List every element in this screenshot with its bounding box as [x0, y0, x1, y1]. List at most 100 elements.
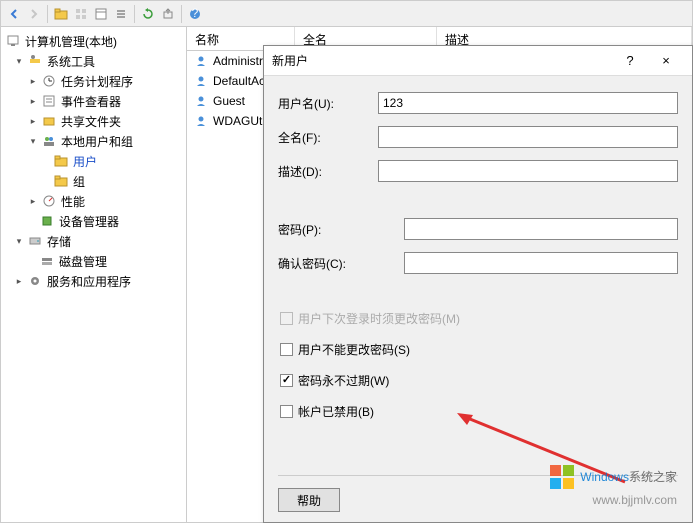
tree-item-usersgroups[interactable]: ▾ 本地用户和组	[1, 131, 186, 151]
separator	[47, 5, 48, 23]
expander-icon[interactable]: ▾	[13, 235, 25, 247]
checkbox[interactable]	[280, 343, 293, 356]
tree-item-storage[interactable]: ▾ 存储	[1, 231, 186, 251]
help-btn[interactable]: 帮助	[278, 488, 340, 512]
tree-item-services[interactable]: ▸ 服务和应用程序	[1, 271, 186, 291]
tree-label: 用户	[73, 153, 97, 170]
cb-neverexpire[interactable]: 密码永不过期(W)	[278, 372, 678, 389]
separator	[134, 5, 135, 23]
confirm-input[interactable]	[404, 252, 678, 274]
disk-icon	[39, 253, 55, 269]
fullname-input[interactable]	[378, 126, 678, 148]
dialog-footer: 帮助	[278, 475, 678, 512]
gear-icon	[27, 273, 43, 289]
perf-icon	[41, 193, 57, 209]
forward-icon[interactable]	[25, 5, 43, 23]
device-icon	[39, 213, 55, 229]
users-icon	[41, 133, 57, 149]
desc-input[interactable]	[378, 160, 678, 182]
tree-item-shared[interactable]: ▸ 共享文件夹	[1, 111, 186, 131]
row-desc: 描述(D):	[278, 160, 678, 182]
row-password: 密码(P):	[278, 218, 678, 240]
back-icon[interactable]	[5, 5, 23, 23]
share-icon	[41, 113, 57, 129]
calendar-icon[interactable]	[92, 5, 110, 23]
tree-item-users[interactable]: 用户	[1, 151, 186, 171]
cb-mustchange: 用户下次登录时须更改密码(M)	[278, 310, 678, 327]
cb-label: 用户下次登录时须更改密码(M)	[298, 310, 460, 327]
tree-label: 服务和应用程序	[47, 273, 131, 290]
event-icon	[41, 93, 57, 109]
tree-root[interactable]: 计算机管理(本地)	[1, 31, 186, 51]
user-icon	[193, 53, 209, 69]
tree-label: 组	[73, 173, 85, 190]
user-icon	[193, 93, 209, 109]
dialog-title: 新用户	[272, 52, 612, 69]
toolbar: ?	[1, 1, 692, 27]
username-input[interactable]	[378, 92, 678, 114]
list-item-label: Guest	[213, 94, 245, 108]
cb-disabled[interactable]: 帐户已禁用(B)	[278, 403, 678, 420]
username-label: 用户名(U):	[278, 95, 378, 112]
list-icon[interactable]	[112, 5, 130, 23]
tree-label: 设备管理器	[59, 213, 119, 230]
tree-item-devicemgr[interactable]: 设备管理器	[1, 211, 186, 231]
tree-label: 性能	[61, 193, 85, 210]
row-fullname: 全名(F):	[278, 126, 678, 148]
computer-icon	[5, 33, 21, 49]
cb-label: 用户不能更改密码(S)	[298, 341, 410, 358]
tree-item-perf[interactable]: ▸ 性能	[1, 191, 186, 211]
expander-icon[interactable]: ▸	[13, 275, 25, 287]
grid-icon[interactable]	[72, 5, 90, 23]
tree-item-eventviewer[interactable]: ▸ 事件查看器	[1, 91, 186, 111]
expander-icon[interactable]: ▾	[13, 55, 25, 67]
cb-label: 帐户已禁用(B)	[298, 403, 374, 420]
refresh-icon[interactable]	[139, 5, 157, 23]
tree-label: 系统工具	[47, 53, 95, 70]
tree-label: 计算机管理(本地)	[25, 33, 117, 50]
checkbox[interactable]	[280, 374, 293, 387]
tree-item-disk[interactable]: 磁盘管理	[1, 251, 186, 271]
cb-cantchange[interactable]: 用户不能更改密码(S)	[278, 341, 678, 358]
tree-label: 共享文件夹	[61, 113, 121, 130]
help-button[interactable]: ?	[612, 47, 648, 75]
expander-icon[interactable]: ▸	[27, 195, 39, 207]
dialog-titlebar[interactable]: 新用户 ? ×	[264, 46, 692, 76]
separator	[181, 5, 182, 23]
fullname-label: 全名(F):	[278, 129, 378, 146]
checkbox	[280, 312, 293, 325]
row-confirm: 确认密码(C):	[278, 252, 678, 274]
tree-label: 事件查看器	[61, 93, 121, 110]
folder-icon[interactable]	[52, 5, 70, 23]
row-username: 用户名(U):	[278, 92, 678, 114]
tree-item-scheduler[interactable]: ▸ 任务计划程序	[1, 71, 186, 91]
expander-icon[interactable]: ▸	[27, 115, 39, 127]
export-icon[interactable]	[159, 5, 177, 23]
help-icon[interactable]: ?	[186, 5, 204, 23]
tree-label: 存储	[47, 233, 71, 250]
tree-label: 任务计划程序	[61, 73, 133, 90]
dialog-body: 用户名(U): 全名(F): 描述(D): 密码(P): 确认密码(C): 用户…	[264, 76, 692, 450]
new-user-dialog: 新用户 ? × 用户名(U): 全名(F): 描述(D): 密码(P): 确认密…	[263, 45, 693, 523]
storage-icon	[27, 233, 43, 249]
user-icon	[193, 73, 209, 89]
expander-icon[interactable]: ▾	[27, 135, 39, 147]
tree-item-system-tools[interactable]: ▾ 系统工具	[1, 51, 186, 71]
expander-icon[interactable]: ▸	[27, 75, 39, 87]
cb-label: 密码永不过期(W)	[298, 372, 389, 389]
password-label: 密码(P):	[278, 221, 404, 238]
checkbox[interactable]	[280, 405, 293, 418]
close-button[interactable]: ×	[648, 47, 684, 75]
folder-icon	[53, 153, 69, 169]
user-icon	[193, 113, 209, 129]
svg-text:?: ?	[192, 8, 199, 20]
tree-label: 磁盘管理	[59, 253, 107, 270]
tree-item-groups[interactable]: 组	[1, 171, 186, 191]
password-input[interactable]	[404, 218, 678, 240]
confirm-label: 确认密码(C):	[278, 255, 404, 272]
expander-icon[interactable]: ▸	[27, 95, 39, 107]
tree-label: 本地用户和组	[61, 133, 133, 150]
tree-panel[interactable]: 计算机管理(本地) ▾ 系统工具 ▸ 任务计划程序 ▸ 事件查看器 ▸ 共享文件…	[1, 27, 187, 522]
folder-icon	[53, 173, 69, 189]
tools-icon	[27, 53, 43, 69]
